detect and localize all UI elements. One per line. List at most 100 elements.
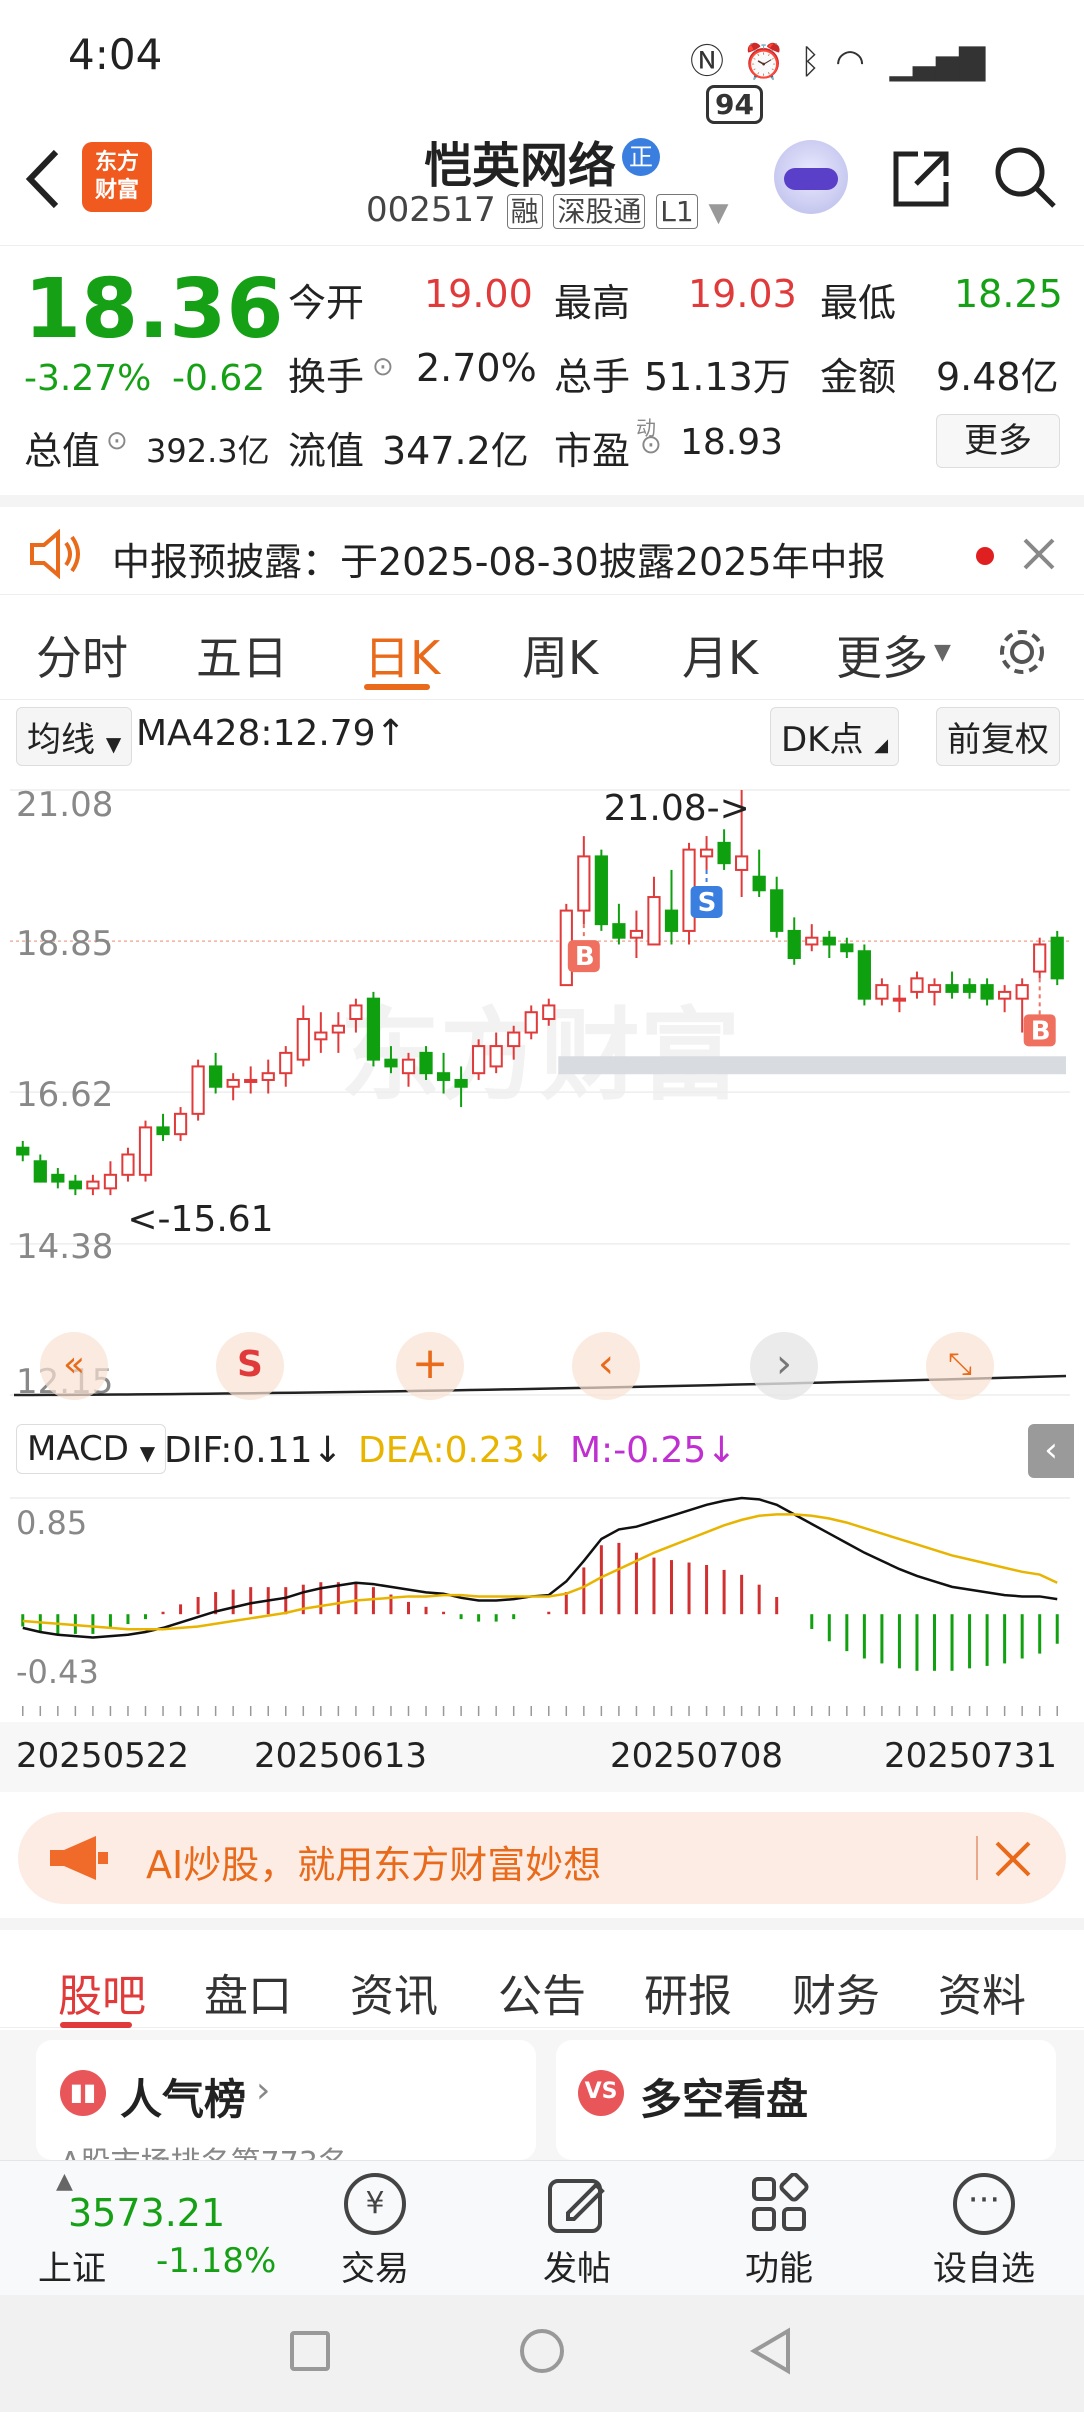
total-value-label: 总值 bbox=[24, 429, 101, 473]
nav-add-watchlist[interactable]: ··· 设自选 bbox=[924, 2173, 1044, 2290]
adjust-button[interactable]: 前复权 bbox=[936, 707, 1060, 766]
chevron-down-icon[interactable]: ▼ bbox=[934, 640, 951, 665]
macd-chart[interactable]: 0.85 -0.43 bbox=[10, 1478, 1070, 1718]
tab-weekly-k[interactable]: 周K bbox=[522, 622, 598, 688]
tab-research[interactable]: 研报 bbox=[644, 1960, 732, 2024]
ai-banner-text: AI炒股，就用东方财富妙想 bbox=[146, 1843, 602, 1887]
index-value[interactable]: 3573.21 bbox=[68, 2191, 225, 2235]
notice-bar[interactable]: 中报预披露：于2025-08-30披露2025年中报 bbox=[0, 495, 1084, 595]
macd-bar: MACD ▼ DIF:0.11↓ DEA:0.23↓ M:-0.25↓ ‹ bbox=[0, 1420, 1084, 1478]
search-icon[interactable] bbox=[992, 144, 1058, 210]
float-value: 347.2亿 bbox=[382, 429, 529, 473]
nav-functions[interactable]: 功能 bbox=[734, 2172, 824, 2290]
popularity-card[interactable]: ▮▮ 人气榜 › A股市场排名第773名 bbox=[36, 2040, 536, 2181]
tab-announcements[interactable]: 公告 bbox=[498, 1960, 586, 2024]
nav-trade[interactable]: ¥ 交易 bbox=[330, 2173, 420, 2290]
ma-select-label: 均线 bbox=[27, 720, 95, 760]
bull-bear-card[interactable]: VS 多空看盘 bbox=[556, 2040, 1056, 2160]
candle-body bbox=[945, 984, 959, 993]
candle-body bbox=[226, 1078, 240, 1088]
content-tabs: 股吧 盘口 资讯 公告 研报 财务 资料 bbox=[0, 1918, 1084, 2028]
kline-chart[interactable]: 东方财富21.0818.8516.6214.3812.1521.08-><-15… bbox=[10, 760, 1070, 1420]
tab-more[interactable]: 更多 bbox=[836, 622, 928, 688]
tab-five-day[interactable]: 五日 bbox=[196, 622, 288, 688]
nav-trade-label: 交易 bbox=[341, 2249, 409, 2289]
quote-panel: 18.36 -3.27% -0.62 今开 19.00 最高 19.03 最低 … bbox=[0, 245, 1084, 495]
recent-apps-icon[interactable] bbox=[290, 2331, 330, 2371]
dea-line bbox=[22, 1513, 1058, 1631]
home-icon[interactable] bbox=[520, 2329, 564, 2373]
macd-dea: DEA:0.23↓ bbox=[358, 1430, 555, 1471]
corner-arrow-icon: ◢ bbox=[874, 735, 889, 756]
nav-post[interactable]: 发帖 bbox=[532, 2173, 622, 2290]
candle-body bbox=[980, 984, 994, 1000]
more-button[interactable]: 更多 bbox=[936, 414, 1060, 468]
chart-controls: « S + ‹ › ⤡ bbox=[0, 1332, 1084, 1402]
total-value: 392.3亿 bbox=[146, 432, 270, 470]
high-label: 最高 bbox=[554, 281, 631, 325]
price-change-pct: -3.27% bbox=[24, 358, 152, 399]
tab-intraday[interactable]: 分时 bbox=[36, 622, 128, 688]
bar-chart-icon: ▮▮ bbox=[60, 2070, 106, 2116]
ma-select[interactable]: 均线 ▼ bbox=[16, 707, 133, 766]
index-name[interactable]: 上证 bbox=[38, 2241, 106, 2290]
info-icon[interactable]: ⊙ bbox=[640, 430, 662, 460]
open-label: 今开 bbox=[288, 281, 365, 325]
back-icon[interactable] bbox=[22, 148, 62, 210]
pe-label: 市盈 bbox=[554, 429, 631, 473]
dk-point-button[interactable]: DK点 ◢ bbox=[770, 707, 900, 766]
macd-select[interactable]: MACD ▼ bbox=[16, 1424, 167, 1474]
collapse-panel-icon[interactable]: ‹ bbox=[1028, 1424, 1074, 1478]
candle-body bbox=[1033, 943, 1047, 973]
y-tick-label: 16.62 bbox=[16, 1075, 113, 1115]
tab-forum[interactable]: 股吧 bbox=[58, 1960, 146, 2024]
date-axis: 20250522 20250613 20250708 20250731 bbox=[0, 1722, 1084, 1792]
tab-monthly-k[interactable]: 月K bbox=[682, 622, 758, 688]
chevron-down-icon[interactable]: ▼ bbox=[709, 198, 729, 228]
zoom-in-icon[interactable]: + bbox=[396, 1332, 464, 1400]
candle-body bbox=[542, 1004, 556, 1020]
info-icon[interactable]: ⊙ bbox=[106, 426, 128, 456]
connect-badge: 深股通 bbox=[553, 194, 646, 229]
gear-icon[interactable] bbox=[994, 624, 1050, 680]
bluetooth-icon: ᛒ bbox=[799, 42, 821, 82]
y-tick-label: -0.43 bbox=[16, 1653, 99, 1691]
candle-body bbox=[840, 943, 854, 953]
low-annotation: <-15.61 bbox=[127, 1199, 273, 1240]
tab-financials[interactable]: 财务 bbox=[792, 1960, 880, 2024]
volume-label: 总手 bbox=[554, 355, 631, 399]
dk-point-label: DK点 bbox=[781, 720, 864, 760]
candle-body bbox=[138, 1126, 153, 1176]
back-nav-icon[interactable] bbox=[748, 2327, 792, 2375]
close-icon[interactable] bbox=[1022, 537, 1056, 571]
info-icon[interactable]: ⊙ bbox=[372, 352, 394, 382]
robot-assistant-icon[interactable] bbox=[774, 140, 848, 214]
stock-code-row: 002517 融 深股通 L1 ▼ bbox=[366, 190, 729, 230]
tab-daily-k[interactable]: 日K bbox=[364, 622, 440, 688]
ai-banner[interactable]: AI炒股，就用东方财富妙想 bbox=[18, 1812, 1066, 1904]
grid-icon bbox=[752, 2172, 809, 2231]
tab-news[interactable]: 资讯 bbox=[350, 1960, 438, 2024]
candle-body bbox=[86, 1180, 100, 1190]
signal-s-icon[interactable]: S bbox=[216, 1332, 284, 1400]
bull-bear-title: 多空看盘 bbox=[640, 2075, 809, 2124]
prev-icon[interactable]: ‹ bbox=[572, 1332, 640, 1400]
tab-orderbook[interactable]: 盘口 bbox=[204, 1960, 292, 2024]
share-icon[interactable] bbox=[888, 146, 954, 212]
dif-line bbox=[22, 1496, 1058, 1639]
candle-body bbox=[805, 936, 819, 946]
chevron-down-icon: ▼ bbox=[139, 1441, 156, 1465]
megaphone-icon bbox=[50, 1836, 108, 1880]
rewind-icon[interactable]: « bbox=[40, 1332, 108, 1400]
app-logo[interactable]: 东方 财富 bbox=[82, 142, 152, 212]
y-tick-label: 18.85 bbox=[16, 924, 113, 964]
fullscreen-icon[interactable]: ⤡ bbox=[926, 1332, 994, 1400]
close-icon[interactable] bbox=[994, 1840, 1032, 1878]
index-change[interactable]: -1.18% bbox=[156, 2241, 276, 2281]
tab-profile[interactable]: 资料 bbox=[938, 1960, 1026, 2024]
next-icon[interactable]: › bbox=[750, 1332, 818, 1400]
stock-name: 恺英网络 bbox=[424, 138, 617, 194]
candle-body bbox=[121, 1153, 135, 1176]
last-price: 18.36 bbox=[24, 262, 284, 357]
watermark: 东方财富 bbox=[340, 997, 740, 1114]
